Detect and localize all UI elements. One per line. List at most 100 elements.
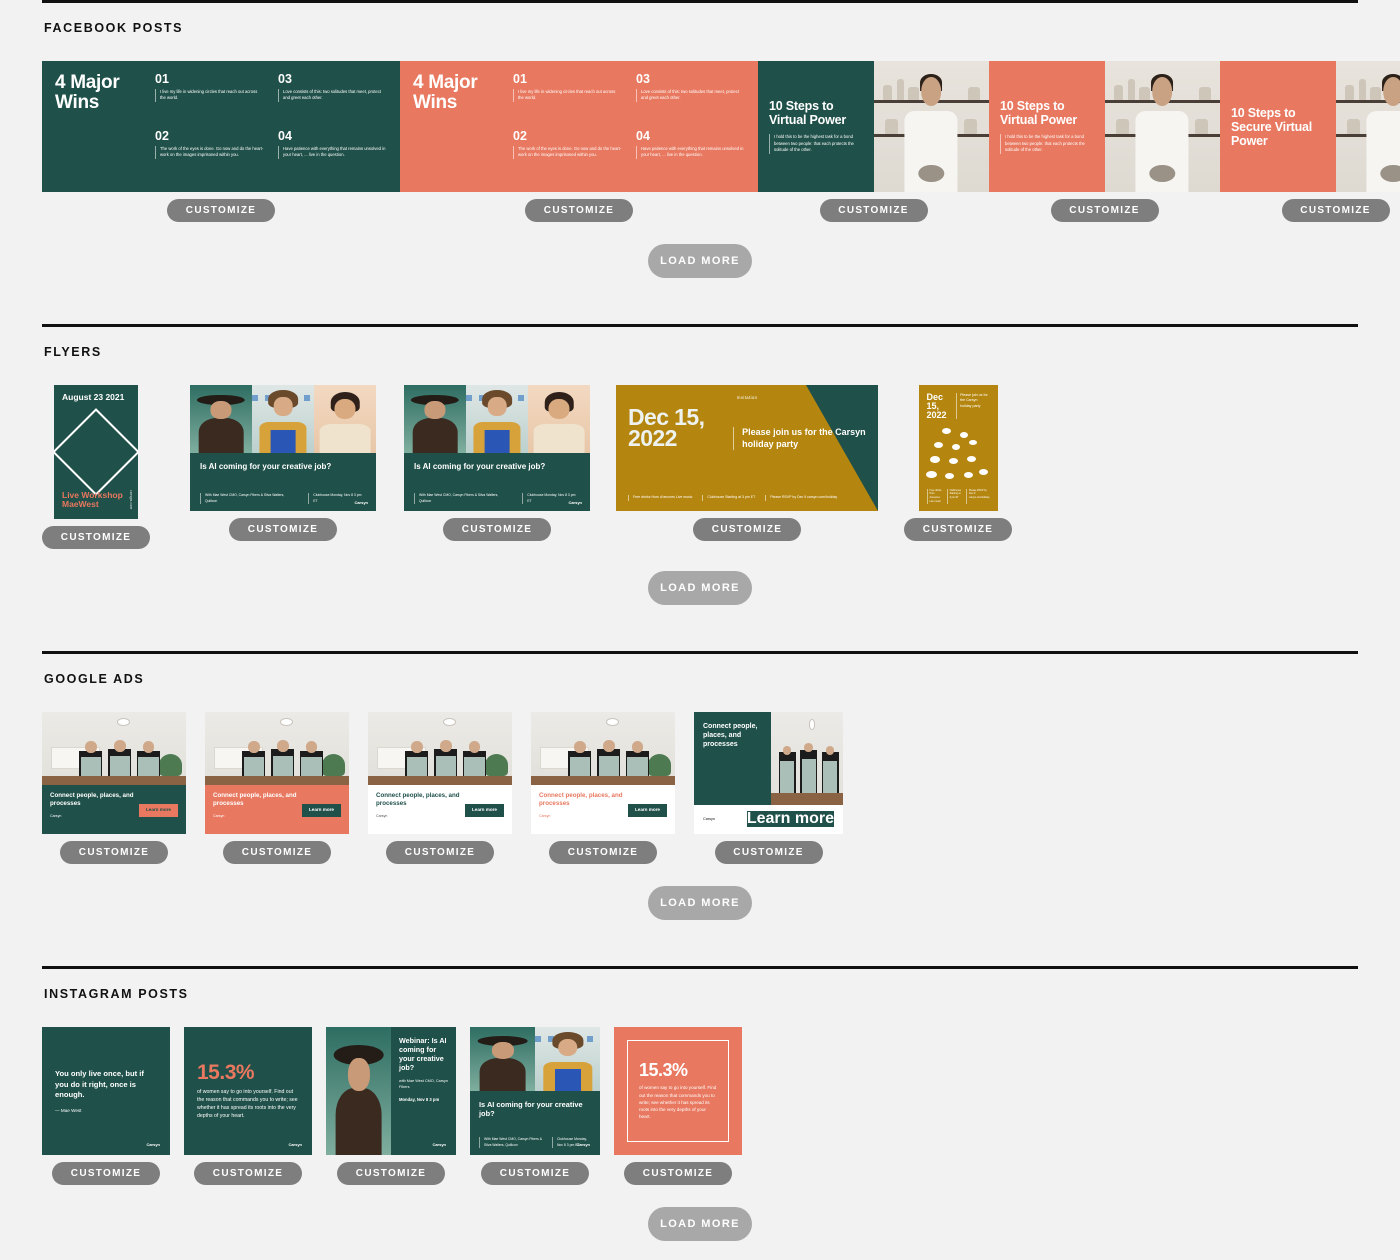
customize-button[interactable]: CUSTOMIZE [481, 1162, 589, 1185]
ad-headline: Connect people, places, and processes [376, 792, 460, 808]
ad-headline: Connect people, places, and processes [213, 792, 297, 808]
load-more-button-facebook[interactable]: LOAD MORE [648, 244, 752, 278]
load-more-row: LOAD MORE [42, 549, 1358, 605]
customize-button[interactable]: CUSTOMIZE [1281, 199, 1390, 222]
portrait-strip [190, 385, 376, 454]
customize-button[interactable]: CUSTOMIZE [337, 1162, 445, 1185]
section-google-ads: GOOGLE ADS Connect people, places, and p… [42, 651, 1358, 920]
template-card[interactable]: Connect people, places, and processes Ca… [205, 712, 349, 864]
template-card[interactable]: August 23 2021 Live Workshop MaeWest car… [42, 385, 150, 549]
ad-headline: Connect people, places, and processes [50, 792, 134, 808]
portrait-strip [404, 385, 590, 454]
template-card[interactable]: 15.3% of women say to go into yourself. … [614, 1027, 742, 1185]
customize-button[interactable]: CUSTOMIZE [624, 1162, 732, 1185]
google-ad-split[interactable]: Connect people, places, and processes Ca… [694, 712, 843, 834]
facebook-wins-green[interactable]: 4 Major Wins 01 I live my life in wideni… [42, 61, 400, 192]
learn-more-button[interactable]: Learn more [301, 804, 341, 817]
ai-headline: Is AI coming for your creative job? [479, 1100, 583, 1119]
customize-button[interactable]: CUSTOMIZE [819, 199, 928, 222]
customize-button[interactable]: CUSTOMIZE [549, 841, 657, 864]
wins-item: 02 The work of the eyes is done. Go now … [155, 130, 264, 180]
template-card[interactable]: Is AI coming for your creative job? With… [470, 1027, 600, 1185]
wins-item: 03 Love consists of this: two solitudes … [636, 73, 745, 123]
google-ad-white-green-text[interactable]: Connect people, places, and processes Ca… [368, 712, 512, 834]
template-card[interactable]: Connect people, places, and processes Ca… [368, 712, 512, 864]
instagram-stat-green[interactable]: 15.3% of women say to go into yourself. … [184, 1027, 312, 1155]
instagram-webinar-card[interactable]: Webinar: Is AI coming for your creative … [326, 1027, 456, 1155]
template-card[interactable]: Connect people, places, and processes Ca… [531, 712, 675, 864]
ad-text-bar: Connect people, places, and processes Ca… [205, 785, 349, 834]
flyer-label: Invitation [736, 395, 758, 400]
wins-number: 03 [278, 72, 292, 86]
load-more-button-flyers[interactable]: LOAD MORE [648, 571, 752, 605]
customize-button[interactable]: CUSTOMIZE [52, 1162, 160, 1185]
flyer-ai-creative-job-alt[interactable]: Is AI coming for your creative job? With… [404, 385, 590, 511]
photo-team [771, 712, 843, 805]
portrait-apron [535, 1027, 600, 1091]
customize-button[interactable]: CUSTOMIZE [904, 518, 1012, 541]
google-ad-white-coral-text[interactable]: Connect people, places, and processes Ca… [531, 712, 675, 834]
template-card[interactable]: Connect people, places, and processes Ca… [694, 712, 843, 864]
customize-button[interactable]: CUSTOMIZE [194, 1162, 302, 1185]
portrait-hat [190, 385, 252, 454]
customize-button[interactable]: CUSTOMIZE [42, 526, 150, 549]
customize-button[interactable]: CUSTOMIZE [167, 199, 275, 222]
instagram-quote-card[interactable]: You only live once, but if you do it rig… [42, 1027, 170, 1155]
customize-button[interactable]: CUSTOMIZE [693, 518, 801, 541]
flyer-meta: With Mae West CMO, Carsyn Fibers & Silva… [200, 493, 366, 504]
load-more-button-instagram[interactable]: LOAD MORE [648, 1207, 752, 1241]
template-card[interactable]: Dec 15, 2022 Please join us for the Cars… [904, 385, 1012, 541]
flyer-meta-left: With Mae West CMO, Carsyn Fibers & Silva… [414, 493, 510, 504]
section-flyers: FLYERS August 23 2021 Live Workshop MaeW… [42, 324, 1358, 605]
template-card[interactable]: 10 Steps to Virtual Power I hold this to… [989, 61, 1220, 222]
learn-more-button[interactable]: Learn more [627, 804, 667, 817]
ad-headline: Connect people, places, and processes [703, 723, 758, 749]
learn-more-button[interactable]: Learn more [746, 811, 834, 828]
flyer-ai-creative-job[interactable]: Is AI coming for your creative job? With… [190, 385, 376, 511]
section-title-facebook: FACEBOOK POSTS [44, 21, 184, 35]
customize-button[interactable]: CUSTOMIZE [60, 841, 168, 864]
wins-item: 01 I live my life in widening circles th… [513, 73, 622, 123]
flyer-holiday-party-wide[interactable]: Invitation Dec 15, 2022 Please join us f… [616, 385, 878, 511]
photo-team [531, 712, 675, 786]
facebook-wins-coral[interactable]: 4 Major Wins 01 I live my life in wideni… [400, 61, 758, 192]
template-card[interactable]: 10 Steps to Secure Virtual Power CUSTOMI… [1220, 61, 1400, 222]
template-card[interactable]: Is AI coming for your creative job? With… [404, 385, 590, 541]
section-title-google-ads: GOOGLE ADS [44, 672, 145, 686]
customize-button[interactable]: CUSTOMIZE [229, 518, 337, 541]
template-card[interactable]: You only live once, but if you do it rig… [42, 1027, 170, 1185]
template-card[interactable]: Connect people, places, and processes Ca… [42, 712, 186, 864]
google-ad-coral[interactable]: Connect people, places, and processes Ca… [205, 712, 349, 834]
learn-more-button[interactable]: Learn more [464, 804, 504, 817]
flyer-august-workshop[interactable]: August 23 2021 Live Workshop MaeWest car… [54, 385, 138, 519]
brand-label: Carsyn [576, 1142, 590, 1147]
facebook-steps-green[interactable]: 10 Steps to Virtual Power I hold this to… [758, 61, 989, 192]
inner-frame: 15.3% of women say to go into yourself. … [627, 1040, 729, 1142]
brand-label: Carsyn [354, 500, 368, 505]
flyer-holiday-party-tall[interactable]: Dec 15, 2022 Please join us for the Cars… [918, 385, 998, 511]
facebook-steps-coral[interactable]: 10 Steps to Virtual Power I hold this to… [989, 61, 1220, 192]
customize-button[interactable]: CUSTOMIZE [525, 199, 633, 222]
template-card[interactable]: Invitation Dec 15, 2022 Please join us f… [616, 385, 878, 541]
template-card[interactable]: 15.3% of women say to go into yourself. … [184, 1027, 312, 1185]
template-card[interactable]: 4 Major Wins 01 I live my life in wideni… [42, 61, 400, 222]
instagram-stat-coral[interactable]: 15.3% of women say to go into yourself. … [614, 1027, 742, 1155]
load-more-button-google[interactable]: LOAD MORE [648, 886, 752, 920]
learn-more-button[interactable]: Learn more [138, 804, 178, 817]
customize-button[interactable]: CUSTOMIZE [1050, 199, 1159, 222]
template-card[interactable]: Webinar: Is AI coming for your creative … [326, 1027, 456, 1185]
google-ad-green[interactable]: Connect people, places, and processes Ca… [42, 712, 186, 834]
template-card[interactable]: 10 Steps to Virtual Power I hold this to… [758, 61, 989, 222]
customize-button[interactable]: CUSTOMIZE [714, 841, 823, 864]
template-card[interactable]: Is AI coming for your creative job? With… [190, 385, 376, 541]
customize-button[interactable]: CUSTOMIZE [386, 841, 494, 864]
template-card[interactable]: 4 Major Wins 01 I live my life in wideni… [400, 61, 758, 222]
wins-body: The work of the eyes is done. Go now and… [155, 145, 264, 159]
customize-button[interactable]: CUSTOMIZE [443, 518, 551, 541]
facebook-steps-secure[interactable]: 10 Steps to Secure Virtual Power [1220, 61, 1400, 192]
photo-team [42, 712, 186, 786]
customize-button[interactable]: CUSTOMIZE [223, 841, 331, 864]
flyer-date: Dec 15, 2022 [628, 404, 705, 452]
ad-text-bar: Connect people, places, and processes Ca… [368, 785, 512, 834]
instagram-ai-card[interactable]: Is AI coming for your creative job? With… [470, 1027, 600, 1155]
